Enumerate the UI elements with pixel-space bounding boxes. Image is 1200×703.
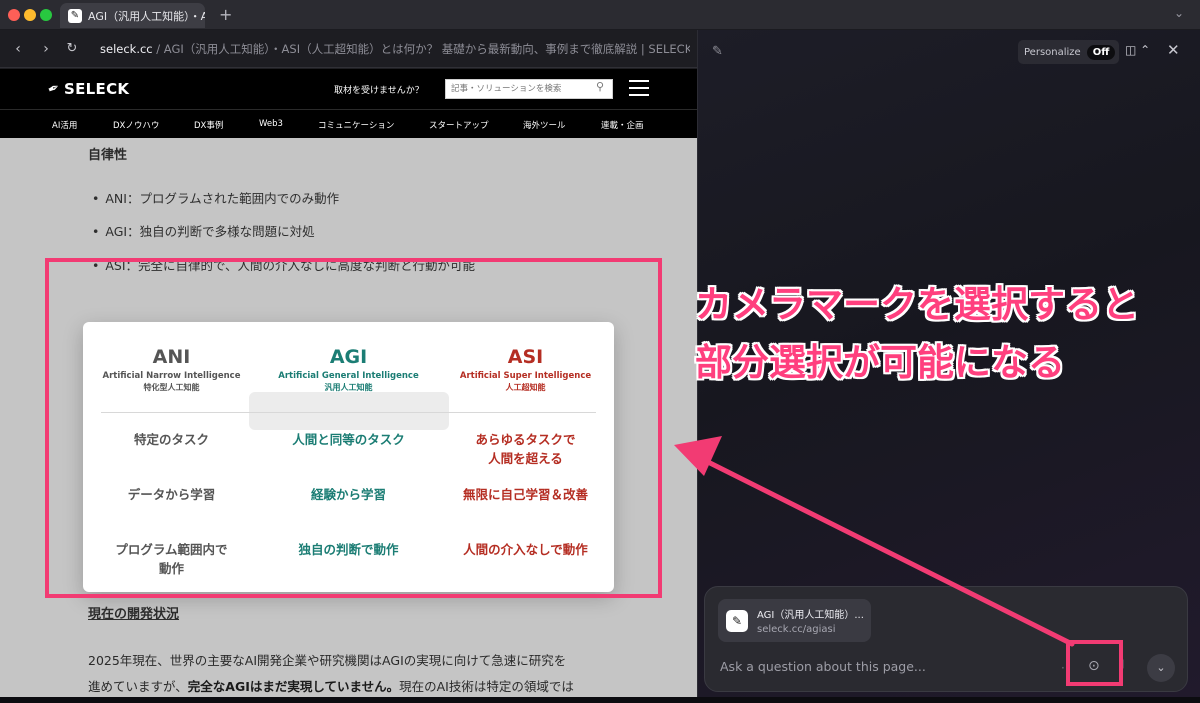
back-button[interactable]: ‹: [4, 41, 32, 57]
chip-title: AGI（汎用人工知能）...: [757, 610, 864, 621]
seleck-logo[interactable]: ✒ SELECK: [45, 79, 130, 99]
url-field[interactable]: seleck.cc / AGI（汎用人工知能）・ASI（人工超知能）とは何か？ …: [100, 41, 690, 57]
paragraph-line: 進めていますが、完全なAGIはまだ実現していません。現在のAI技術は特定の領域で…: [88, 676, 574, 695]
logo-pen-icon: ✒: [45, 79, 63, 99]
tab-bar: ✎ AGI（汎用人工知能）・ASI + ⌄: [0, 0, 1200, 30]
annotation-line: カメラマークを選択すると: [695, 283, 1139, 326]
separator-icon: ·: [1061, 661, 1065, 675]
seleck-favicon-icon: ✎: [726, 609, 748, 632]
minimize-window-button[interactable]: [24, 9, 36, 21]
sidebar-layout-icon[interactable]: ◫ ⌃: [1125, 43, 1150, 57]
close-window-button[interactable]: [8, 9, 20, 21]
category-link[interactable]: DX事例: [194, 119, 223, 131]
section-heading: 自律性: [88, 148, 128, 163]
window-bottom-edge: [0, 697, 1200, 703]
category-link[interactable]: 連載・企画: [601, 119, 644, 131]
list-item: ANI：プログラムされた範囲内でのみ動作: [92, 188, 339, 207]
category-nav: AI活用 DXノウハウ DX事例 Web3 コミュニケーション スタートアップ …: [0, 109, 697, 138]
paragraph-line: 2025年現在、世界の主要なAI開発企業や研究機関はAGIの実現に向けて急速に研…: [88, 653, 567, 668]
personalize-toggle[interactable]: Personalize Off: [1018, 40, 1120, 64]
close-icon[interactable]: ✕: [1167, 41, 1180, 59]
section-heading: 現在の開発状況: [88, 607, 180, 622]
url-path: / AGI（汎用人工知能）・ASI（人工超知能）とは何か？ 基礎から最新動向、事…: [156, 41, 690, 56]
paragraph-text: 現在のAI技術は特定の領域では: [399, 679, 574, 694]
site-search-input[interactable]: [445, 79, 613, 99]
chip-text: AGI（汎用人工知能）... seleck.cc/agiasi: [757, 606, 864, 635]
maximize-window-button[interactable]: [40, 9, 52, 21]
address-bar: ‹ › ↻ seleck.cc / AGI（汎用人工知能）・ASI（人工超知能）…: [0, 30, 697, 68]
logo-text: SELECK: [64, 80, 130, 98]
list-item: AGI：独自の判断で多様な問題に対処: [92, 221, 314, 240]
chevron-down-icon[interactable]: ⌄: [1147, 654, 1175, 682]
paragraph-text: 進めていますが、: [88, 679, 188, 694]
new-tab-button[interactable]: +: [219, 5, 232, 24]
tab-list-chevron-icon[interactable]: ⌄: [1174, 6, 1184, 20]
paragraph-bold-text: 完全なAGIはまだ実現していません。: [187, 679, 400, 694]
search-icon[interactable]: ⚲: [596, 80, 604, 93]
category-link[interactable]: DXノウハウ: [113, 119, 159, 131]
url-domain: seleck.cc: [100, 41, 153, 56]
category-link[interactable]: Web3: [259, 119, 283, 129]
category-link[interactable]: AI活用: [52, 119, 77, 131]
chip-url: seleck.cc/agiasi: [757, 624, 836, 635]
highlight-box-camera: [1066, 640, 1123, 686]
personalize-label: Personalize: [1024, 46, 1081, 58]
tab-title: AGI（汎用人工知能）・ASI: [88, 9, 205, 23]
ask-question-input[interactable]: [720, 659, 1050, 674]
site-header: ✒ SELECK 取材を受けませんか？ ⚲: [0, 69, 697, 109]
annotation-callout: カメラマークを選択すると 部分選択が可能になる: [695, 276, 1139, 392]
highlight-box-figure: [45, 258, 662, 598]
category-link[interactable]: スタートアップ: [429, 119, 489, 131]
tab-active[interactable]: ✎ AGI（汎用人工知能）・ASI: [60, 3, 205, 28]
hamburger-menu-icon[interactable]: [629, 80, 649, 101]
page-context-chip[interactable]: ✎ AGI（汎用人工知能）... seleck.cc/agiasi: [718, 599, 871, 642]
compose-icon[interactable]: ✎: [712, 44, 723, 59]
category-link[interactable]: 海外ツール: [523, 119, 566, 131]
category-link[interactable]: コミュニケーション: [318, 119, 394, 131]
personalize-state-badge: Off: [1086, 44, 1116, 60]
forward-button[interactable]: ›: [32, 41, 60, 57]
reload-button[interactable]: ↻: [60, 41, 84, 56]
interview-cta-link[interactable]: 取材を受けませんか？: [334, 83, 424, 96]
seleck-favicon-icon: ✎: [68, 8, 82, 23]
annotation-line: 部分選択が可能になる: [695, 341, 1065, 384]
